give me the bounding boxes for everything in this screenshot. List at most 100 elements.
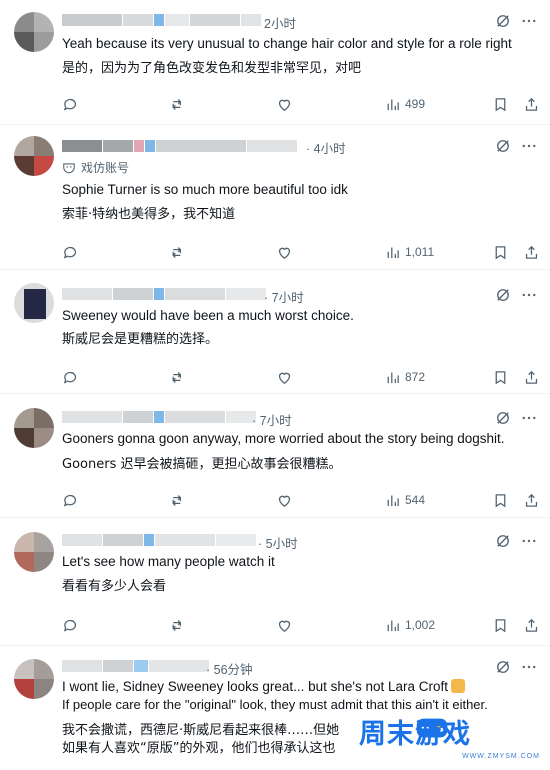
share-button[interactable] [523, 94, 540, 114]
like-button[interactable] [276, 367, 293, 387]
heart-icon [278, 247, 291, 259]
avatar[interactable] [14, 283, 54, 323]
timestamp[interactable]: · 4小时 [306, 138, 346, 157]
bookmark-button[interactable] [492, 615, 509, 635]
reply-text-zh: 我不会撒谎，西德尼·斯威尼看起来很棒……但她 [62, 723, 340, 738]
bookmark-button[interactable] [492, 94, 509, 114]
bookmark-button[interactable] [492, 367, 509, 387]
grok-icon[interactable] [494, 286, 512, 304]
share-icon [525, 370, 538, 384]
mask-icon [63, 162, 75, 173]
avatar[interactable] [14, 659, 54, 699]
grok-icon[interactable] [494, 658, 512, 676]
reply-text-en-line1: I wont lie, Sidney Sweeney looks great..… [62, 679, 449, 694]
timestamp[interactable]: · 5小时 [258, 533, 298, 552]
grok-icon[interactable] [494, 12, 512, 30]
heart-icon [278, 99, 291, 111]
share-icon [525, 618, 538, 632]
like-button[interactable] [276, 615, 293, 635]
views-count: 499 [405, 97, 426, 111]
repost-button[interactable] [169, 367, 186, 387]
bookmark-button[interactable] [492, 242, 509, 262]
repost-button[interactable] [169, 615, 186, 635]
more-options-icon[interactable] [520, 12, 538, 30]
more-options-icon[interactable] [520, 137, 538, 155]
views-icon [387, 99, 399, 110]
like-button[interactable] [276, 490, 293, 510]
reply-item[interactable]: · 4小时 戏仿账号 Sophie Turner is so much more… [0, 125, 550, 270]
timestamp[interactable]: · 56分钟 [206, 659, 253, 678]
share-button[interactable] [523, 615, 540, 635]
avatar[interactable] [14, 532, 54, 572]
like-button[interactable] [276, 242, 293, 262]
grok-icon[interactable] [494, 409, 512, 427]
repost-icon [172, 98, 182, 110]
parody-account-badge: 戏仿账号 [62, 159, 129, 176]
share-icon [525, 97, 538, 111]
reply-button[interactable] [62, 367, 79, 387]
views-count: 1,002 [405, 618, 436, 632]
display-name-blurred[interactable] [62, 287, 267, 301]
reply-item[interactable]: · 5小时 Let's see how many people watch it… [0, 518, 550, 646]
reply-button[interactable] [62, 242, 79, 262]
more-options-icon[interactable] [520, 286, 538, 304]
reply-item[interactable]: · 7小时 Gooners gonna goon anyway, more wo… [0, 394, 550, 518]
heart-icon [278, 495, 291, 507]
display-name-blurred[interactable] [62, 13, 262, 27]
bookmark-button[interactable] [492, 490, 509, 510]
avatar[interactable] [14, 12, 54, 52]
views-button[interactable]: 1,002 [384, 615, 435, 635]
views-count: 544 [405, 493, 426, 507]
reply-icon [63, 246, 77, 259]
reply-actions: 1,011 [62, 242, 538, 262]
display-name-blurred[interactable] [62, 139, 298, 153]
views-button[interactable]: 544 [384, 490, 425, 510]
reply-item[interactable]: · 7小时 Sweeney would have been a much wor… [0, 270, 550, 394]
reply-actions: 544 [62, 490, 538, 510]
reply-text-en: Let's see how many people watch it [62, 554, 275, 569]
watermark-url: WWW.ZMYSM.COM [462, 753, 540, 760]
display-name-blurred[interactable] [62, 410, 257, 424]
reply-icon [63, 494, 77, 507]
repost-button[interactable] [169, 242, 186, 262]
reply-button[interactable] [62, 615, 79, 635]
repost-button[interactable] [169, 94, 186, 114]
views-button[interactable]: 499 [384, 94, 425, 114]
shrug-emoji-icon [451, 679, 466, 693]
reply-item[interactable]: 2小时 Yeah because its very unusual to cha… [0, 0, 550, 125]
reply-button[interactable] [62, 94, 79, 114]
timestamp[interactable]: · 7小时 [264, 287, 304, 306]
replies-feed: 2小时 Yeah because its very unusual to cha… [0, 0, 550, 770]
share-button[interactable] [523, 490, 540, 510]
views-button[interactable]: 872 [384, 367, 425, 387]
reply-actions: 1,002 [62, 615, 538, 635]
repost-icon [172, 494, 182, 506]
timestamp[interactable]: 2小时 [264, 13, 296, 32]
site-watermark: 周末游戏 WWW.ZMYSM.COM [359, 710, 544, 760]
grok-icon[interactable] [494, 532, 512, 550]
grok-icon[interactable] [494, 137, 512, 155]
reply-text-zh: 索菲·特纳也美得多，我不知道 [62, 207, 236, 222]
display-name-blurred[interactable] [62, 533, 257, 547]
like-button[interactable] [276, 94, 293, 114]
avatar[interactable] [14, 408, 54, 448]
timestamp[interactable]: · 7小时 [252, 410, 292, 429]
more-options-icon[interactable] [520, 409, 538, 427]
bookmark-icon [495, 97, 506, 111]
share-button[interactable] [523, 367, 540, 387]
views-button[interactable]: 1,011 [384, 242, 434, 262]
more-options-icon[interactable] [520, 658, 538, 676]
avatar[interactable] [14, 136, 54, 176]
share-button[interactable] [523, 242, 540, 262]
repost-icon [172, 246, 182, 258]
views-icon [387, 620, 399, 631]
reply-button[interactable] [62, 490, 79, 510]
reply-icon [63, 619, 77, 632]
reply-text-zh: Gooners 迟早会被搞砸，更担心故事会很糟糕。 [62, 457, 342, 472]
reply-text-zh: 看看有多少人会看 [62, 579, 167, 594]
display-name-blurred[interactable] [62, 659, 210, 673]
reply-text-zh-line2: 如果有人喜欢“原版”的外观，他们也得承认这也 [62, 741, 336, 756]
repost-button[interactable] [169, 490, 186, 510]
more-options-icon[interactable] [520, 532, 538, 550]
watermark-text: 周末游戏 [359, 719, 471, 750]
